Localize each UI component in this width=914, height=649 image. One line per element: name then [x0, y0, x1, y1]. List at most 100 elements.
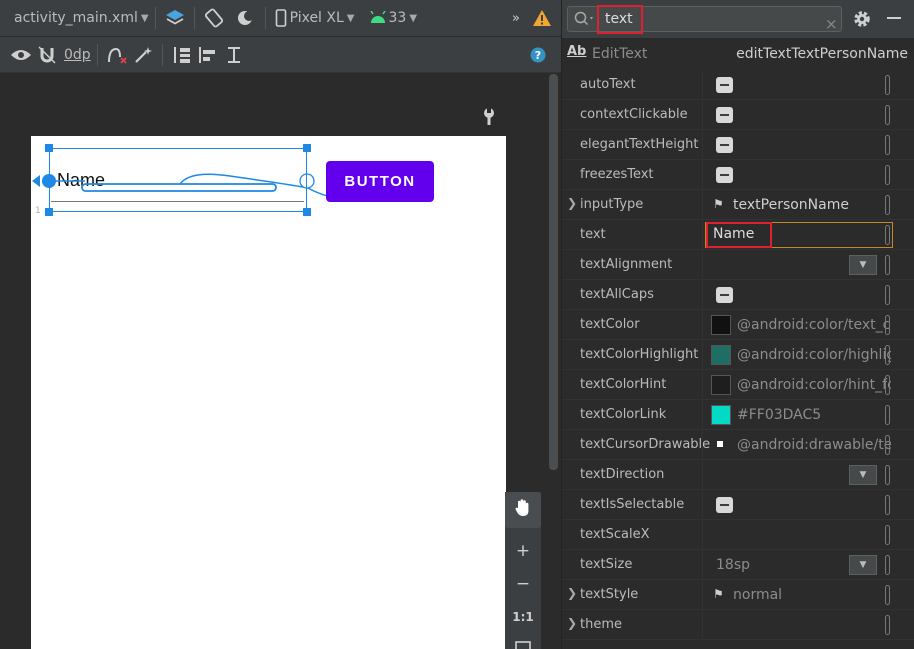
zoom-controls: + − 1:1 — [505, 492, 541, 649]
resize-handle[interactable] — [45, 208, 53, 216]
attribute-name: textColor — [580, 317, 640, 332]
attribute-value-cell[interactable] — [702, 130, 899, 160]
attribute-value-cell[interactable]: #FF03DAC5 — [702, 400, 899, 430]
attribute-value-cell[interactable]: ⚑ textPersonName — [702, 190, 899, 220]
attribute-value: @android:color/hint_fc — [737, 377, 891, 393]
resource-picker-pill[interactable] — [885, 135, 890, 155]
chevron-right-icon[interactable]: ❯ — [567, 616, 577, 630]
pan-button[interactable] — [505, 492, 541, 528]
actual-size-button[interactable]: 1:1 — [505, 600, 541, 633]
attribute-name: textScaleX — [580, 527, 650, 542]
attribute-value: @android:color/text_cc — [737, 317, 891, 333]
attribute-row-textsize: textSize 18sp ▼ — [562, 550, 914, 580]
design-editor: activity_main.xml ▼ Pixel XL ▼ 33 ▼ » 0d… — [0, 0, 561, 649]
color-swatch[interactable] — [711, 315, 731, 335]
resource-picker-pill[interactable] — [885, 195, 890, 215]
attribute-name: textColorHighlight — [580, 347, 699, 362]
resource-picker-pill[interactable] — [885, 495, 890, 515]
attribute-name: elegantTextHeight — [580, 137, 699, 152]
attribute-value-cell[interactable]: ⚑ normal — [702, 580, 899, 610]
attribute-value-cell[interactable]: Name — [702, 220, 899, 250]
constraint-overlay: 1 — [32, 173, 386, 216]
attribute-row-textstyle: ❯ textStyle ⚑ normal — [562, 580, 914, 610]
resource-picker-pill[interactable] — [885, 555, 890, 575]
attribute-value-cell[interactable] — [702, 160, 899, 190]
attribute-value-cell[interactable]: @android:drawable/tex — [702, 430, 899, 460]
resource-picker-pill[interactable] — [885, 165, 890, 185]
chevron-right-icon[interactable]: ❯ — [567, 586, 577, 600]
one-to-one-icon: 1:1 — [512, 609, 534, 624]
resize-handle[interactable] — [45, 144, 53, 152]
flag-icon[interactable]: ⚑ — [713, 587, 724, 601]
tristate-checkbox[interactable] — [716, 497, 733, 513]
attribute-value-cell[interactable] — [702, 280, 899, 310]
attribute-row-textcursordrawable: textCursorDrawable @android:drawable/tex — [562, 430, 914, 460]
attribute-value-cell[interactable] — [702, 520, 899, 550]
resource-picker-pill[interactable] — [885, 105, 890, 125]
dropdown-button[interactable]: ▼ — [849, 465, 877, 485]
attribute-name: textAlignment — [580, 257, 673, 272]
flag-icon[interactable]: ⚑ — [713, 197, 724, 211]
attribute-value-cell[interactable]: @android:color/text_cc — [702, 310, 899, 340]
fit-screen-button[interactable] — [505, 633, 541, 649]
resize-handle[interactable] — [303, 208, 311, 216]
attribute-value-cell[interactable]: ▼ — [702, 250, 899, 280]
gear-icon[interactable] — [853, 10, 871, 32]
tristate-checkbox[interactable] — [716, 107, 733, 123]
attribute-name: textAllCaps — [580, 287, 654, 302]
resource-picker-pill[interactable] — [885, 435, 890, 455]
resource-picker-pill[interactable] — [885, 345, 890, 365]
resource-picker-pill[interactable] — [885, 225, 890, 245]
fit-screen-icon — [515, 640, 531, 649]
resource-picker-pill[interactable] — [885, 375, 890, 395]
component-id[interactable]: editTextTextPersonName — [736, 46, 908, 62]
resource-picker-pill[interactable] — [885, 285, 890, 305]
attribute-row-textalignment: textAlignment ▼ — [562, 250, 914, 280]
attribute-value: normal — [733, 587, 783, 603]
attribute-row-textscalex: textScaleX — [562, 520, 914, 550]
attribute-row-autotext: autoText — [562, 70, 914, 100]
zoom-in-button[interactable]: + — [505, 534, 541, 567]
resource-picker-pill[interactable] — [885, 585, 890, 605]
attribute-value-cell[interactable] — [702, 100, 899, 130]
dropdown-button[interactable]: ▼ — [849, 255, 877, 275]
clear-icon[interactable]: × — [825, 15, 838, 33]
attribute-list: autoText contextClickable elegantTextHeigh… — [562, 70, 914, 640]
dropdown-button[interactable]: ▼ — [849, 555, 877, 575]
attribute-name: textColorLink — [580, 407, 667, 422]
attribute-row-freezestext: freezesText — [562, 160, 914, 190]
resource-picker-pill[interactable] — [885, 465, 890, 485]
attribute-value-cell[interactable] — [702, 490, 899, 520]
attribute-value-cell[interactable]: ▼ — [702, 460, 899, 490]
drawable-icon[interactable] — [717, 441, 723, 447]
tristate-checkbox[interactable] — [716, 167, 733, 183]
minimize-icon[interactable] — [887, 17, 901, 19]
resource-picker-pill[interactable] — [885, 405, 890, 425]
attribute-value-cell[interactable]: @android:color/hint_fc — [702, 370, 899, 400]
color-swatch[interactable] — [711, 375, 731, 395]
attribute-value-cell[interactable] — [702, 610, 899, 640]
attribute-row-text: text Name — [562, 220, 914, 250]
resource-picker-pill[interactable] — [885, 315, 890, 335]
attribute-name: textDirection — [580, 467, 665, 482]
tristate-checkbox[interactable] — [716, 287, 733, 303]
color-swatch[interactable] — [711, 405, 731, 425]
resource-picker-pill[interactable] — [885, 75, 890, 95]
tristate-checkbox[interactable] — [716, 137, 733, 153]
color-swatch[interactable] — [711, 345, 731, 365]
attribute-value-cell[interactable]: @android:color/highlig — [702, 340, 899, 370]
resource-picker-pill[interactable] — [885, 255, 890, 275]
button-preview[interactable]: BUTTON — [326, 161, 434, 202]
chevron-down-icon: ▼ — [859, 260, 867, 270]
resource-picker-pill[interactable] — [885, 525, 890, 545]
attribute-value-cell[interactable]: 18sp ▼ — [702, 550, 899, 580]
tristate-checkbox[interactable] — [716, 77, 733, 93]
chevron-right-icon[interactable]: ❯ — [567, 196, 577, 210]
edittext-selection[interactable] — [49, 148, 307, 212]
resource-picker-pill[interactable] — [885, 615, 890, 635]
component-type: EditText — [592, 46, 648, 62]
resize-handle[interactable] — [303, 144, 311, 152]
text-component-icon: Ab — [567, 44, 587, 59]
attribute-value-cell[interactable] — [702, 70, 899, 100]
zoom-out-button[interactable]: − — [505, 567, 541, 600]
